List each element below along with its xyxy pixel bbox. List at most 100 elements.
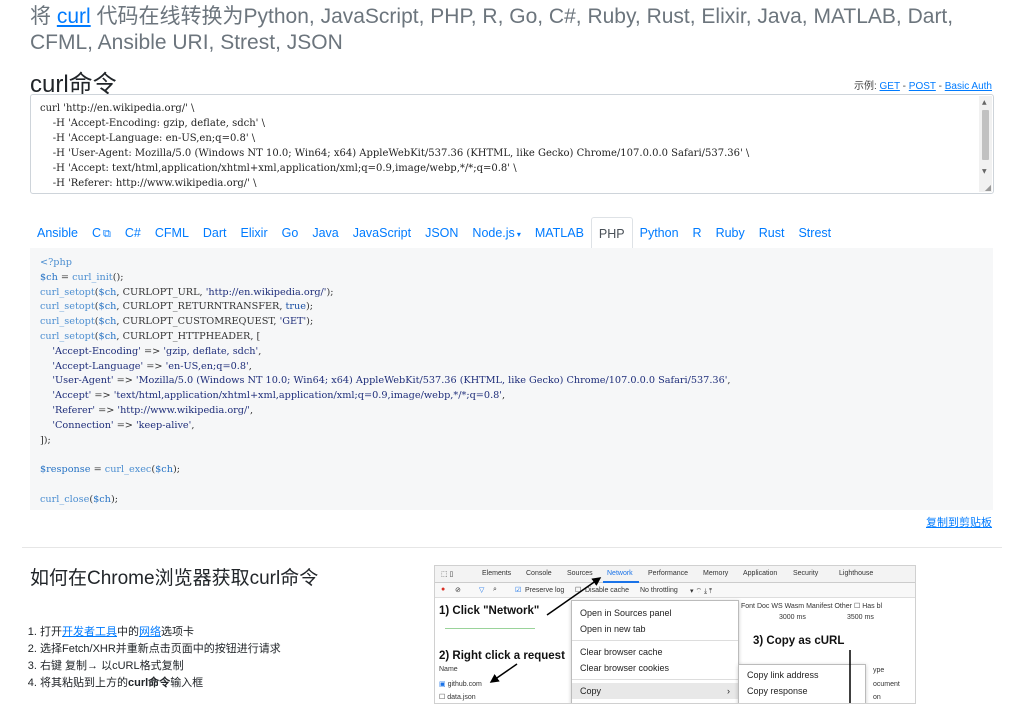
tab-label: Elixir bbox=[240, 226, 268, 240]
code-const: CURLOPT_URL bbox=[122, 286, 200, 298]
example-get-link[interactable]: GET bbox=[880, 81, 900, 92]
section-divider bbox=[22, 547, 1002, 548]
code-var: $response bbox=[40, 464, 91, 476]
tab-java[interactable]: Java bbox=[305, 217, 345, 249]
devtools-link[interactable]: 开发者工具 bbox=[62, 626, 117, 638]
tab-dart[interactable]: Dart bbox=[196, 217, 234, 249]
tab-label: Go bbox=[281, 226, 299, 240]
tab-label: Ruby bbox=[715, 226, 745, 240]
code-punct: , bbox=[248, 360, 252, 372]
tab-javascript[interactable]: JavaScript bbox=[346, 217, 418, 249]
tab-matlab[interactable]: MATLAB bbox=[528, 217, 591, 249]
code-var: $ch bbox=[93, 493, 111, 505]
code-key: 'Accept-Encoding' bbox=[52, 345, 141, 357]
step-2: 选择Fetch/XHR并重新点击页面中的按钮进行请求 bbox=[40, 641, 281, 658]
tab-label: JSON bbox=[425, 226, 459, 240]
tab-python[interactable]: Python bbox=[633, 217, 686, 249]
tab-label: Strest bbox=[798, 226, 832, 240]
tab-label: R bbox=[692, 226, 702, 240]
code-const: CURLOPT_CUSTOMREQUEST bbox=[122, 316, 274, 328]
code-punct: , bbox=[258, 345, 262, 357]
tab-label: MATLAB bbox=[534, 226, 584, 240]
code-punct: ); bbox=[326, 286, 334, 298]
tab-label: C bbox=[92, 226, 102, 240]
code-punct: => bbox=[95, 404, 118, 416]
code-punct: => bbox=[113, 419, 137, 431]
code-punct: , bbox=[501, 390, 506, 402]
step-text: 打开 bbox=[40, 626, 62, 638]
code-value: 'Mozilla/5.0 (Windows NT 10.0; Win64; x6… bbox=[135, 375, 728, 387]
step-text: 选项卡 bbox=[161, 626, 194, 638]
code-key: 'Referer' bbox=[52, 404, 95, 416]
external-link-icon: ⧉ bbox=[103, 228, 111, 240]
code-punct: ); bbox=[306, 316, 314, 328]
tab-php[interactable]: PHP bbox=[590, 217, 633, 249]
code-punct: , bbox=[727, 375, 731, 387]
examples-separator: - bbox=[935, 81, 945, 92]
scroll-down-icon[interactable]: ▼ bbox=[982, 168, 987, 175]
code-punct bbox=[40, 375, 52, 386]
code-var: $ch bbox=[98, 316, 117, 328]
code-value: 'text/html,application/xhtml+xml,applica… bbox=[113, 390, 502, 402]
code-output-panel: <?php $ch = curl_init(); curl_setopt($ch… bbox=[30, 248, 993, 510]
code-key: 'Accept' bbox=[52, 390, 92, 402]
examples-label: 示例: bbox=[853, 81, 880, 92]
tab-strest[interactable]: Strest bbox=[791, 217, 838, 249]
tab-nodejs[interactable]: Node.js ▾ bbox=[465, 217, 527, 249]
tab-cfml[interactable]: CFML bbox=[148, 217, 196, 249]
caret-down-icon: ▾ bbox=[516, 230, 521, 239]
page-heading: 将 curl 代码在线转换为Python, JavaScript, PHP, R… bbox=[30, 4, 990, 56]
tab-elixir[interactable]: Elixir bbox=[234, 217, 275, 249]
scroll-thumb[interactable] bbox=[982, 110, 989, 160]
tab-r[interactable]: R bbox=[686, 217, 709, 249]
tab-ruby[interactable]: Ruby bbox=[709, 217, 752, 249]
heading-prefix: 将 bbox=[30, 5, 57, 28]
tab-go[interactable]: Go bbox=[275, 217, 306, 249]
code-punct bbox=[40, 420, 52, 431]
code-fn: curl_setopt bbox=[40, 316, 95, 328]
code-value: 'GET' bbox=[279, 316, 307, 328]
scroll-up-icon[interactable]: ▲ bbox=[982, 99, 987, 106]
step-text: 输入框 bbox=[170, 677, 204, 689]
examples: 示例: GET - POST - Basic Auth bbox=[854, 77, 992, 92]
tab-label: Python bbox=[639, 226, 679, 240]
tab-json[interactable]: JSON bbox=[418, 217, 465, 249]
howto-title: 如何在Chrome浏览器获取curl命令 bbox=[30, 568, 319, 589]
code-const: CURLOPT_HTTPHEADER bbox=[122, 330, 251, 342]
tab-rust[interactable]: Rust bbox=[752, 217, 792, 249]
step-bold-text: curl命令 bbox=[128, 677, 171, 689]
tab-label: JavaScript bbox=[352, 226, 412, 240]
tab-label: Ansible bbox=[37, 226, 78, 240]
code-key: 'User-Agent' bbox=[52, 375, 114, 387]
code-punct: (); bbox=[112, 271, 124, 283]
code-punct: ]); bbox=[40, 434, 51, 446]
devtools-screenshot: ⬚ ▯ Elements Console Sources Network Per… bbox=[434, 565, 916, 704]
network-link[interactable]: 网络 bbox=[139, 626, 161, 638]
code-punct: ); bbox=[110, 493, 118, 505]
code-var: $ch bbox=[40, 271, 58, 283]
curl-link[interactable]: curl bbox=[57, 5, 91, 28]
code-punct: ); bbox=[306, 301, 314, 313]
example-post-link[interactable]: POST bbox=[909, 81, 936, 92]
code-op: = bbox=[57, 271, 73, 283]
step-text: 将其粘贴到上方的 bbox=[40, 677, 128, 689]
copy-to-clipboard-link[interactable]: 复制到剪贴板 bbox=[926, 514, 992, 530]
code-punct: ); bbox=[172, 464, 181, 476]
step-4: 将其粘贴到上方的curl命令输入框 bbox=[40, 675, 281, 692]
code-punct: , bbox=[249, 404, 254, 416]
tab-label: CFML bbox=[154, 226, 189, 240]
curl-command-input[interactable]: curl 'http://en.wikipedia.org/' \ -H 'Ac… bbox=[30, 94, 994, 194]
code-fn: curl_close bbox=[40, 493, 90, 505]
resize-grip-icon[interactable]: ◢ bbox=[985, 183, 991, 192]
curl-input-scrollbar[interactable]: ▲ ▼ bbox=[979, 96, 992, 192]
language-tabs: Ansible C ⧉ C# CFML Dart Elixir Go Java JavaScrip… bbox=[30, 217, 838, 249]
tab-label: Rust bbox=[758, 226, 785, 240]
tab-c[interactable]: C ⧉ bbox=[85, 217, 118, 249]
code-var: $ch bbox=[98, 330, 117, 342]
php-code: <?php $ch = curl_init(); curl_setopt($ch… bbox=[40, 256, 731, 508]
example-basic-auth-link[interactable]: Basic Auth bbox=[945, 81, 992, 92]
tab-csharp[interactable]: C# bbox=[118, 217, 148, 249]
tab-ansible[interactable]: Ansible bbox=[30, 217, 85, 249]
code-key: 'Accept-Language' bbox=[52, 360, 144, 372]
code-value: 'http://en.wikipedia.org/' bbox=[205, 286, 327, 298]
